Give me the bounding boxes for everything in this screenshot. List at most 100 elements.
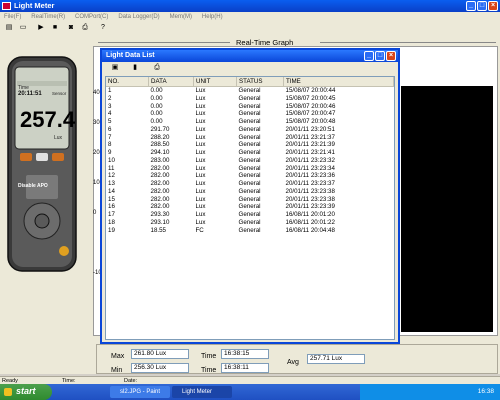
table-row[interactable]: 13 282.00 Lux General 20/01/11 23:23:37 xyxy=(106,180,394,188)
cell-unit: Lux xyxy=(195,94,206,102)
cell-status: General xyxy=(238,149,261,156)
cell-time: 20/01/11 23:21:37 xyxy=(285,133,335,141)
divider xyxy=(320,42,496,43)
table-row[interactable]: 15 282.00 Lux General 20/01/11 23:23:38 xyxy=(106,196,394,204)
menu-file[interactable]: File(F) xyxy=(4,12,21,22)
cell-status: General xyxy=(238,172,261,180)
cell-time: 20/01/11 23:23:39 xyxy=(285,203,335,211)
data-list-toolbar: ▣ ▮ ⎙ xyxy=(102,62,398,74)
table-body: 1 0.00 Lux General 15/08/07 20:00:44 2 0.00 Lux… xyxy=(106,87,394,235)
stop-icon[interactable]: ■ xyxy=(50,23,60,32)
menu-mem[interactable]: Mem(M) xyxy=(170,12,192,22)
table-row[interactable]: 18 293.10 Lux General 16/08/11 20:01:22 xyxy=(106,219,394,227)
save-icon[interactable]: ▣ xyxy=(110,63,120,72)
menu-realtime[interactable]: RealTime(R) xyxy=(31,12,65,22)
table-row[interactable]: 17 293.30 Lux General 16/08/11 20:01:20 xyxy=(106,211,394,219)
max-value: 261.80 Lux xyxy=(131,349,189,359)
minimize-button[interactable]: _ xyxy=(466,1,476,11)
cell-status: General xyxy=(238,125,261,133)
table-row[interactable]: 1 0.00 Lux General 15/08/07 20:00:44 xyxy=(106,87,394,95)
table-row[interactable]: 8 288.50 Lux General 20/01/11 23:21:39 xyxy=(106,141,394,149)
column-header-unit[interactable]: UNIT xyxy=(193,77,237,87)
table-row[interactable]: 9 294.10 Lux General 20/01/11 23:21:41 xyxy=(106,149,394,157)
column-header-status[interactable]: STATUS xyxy=(236,77,284,87)
help-icon[interactable]: ? xyxy=(98,23,108,32)
table-header-row: NO. DATA UNIT STATUS TIME xyxy=(106,77,394,87)
close-button[interactable]: × xyxy=(386,51,396,61)
open-icon[interactable]: ▭ xyxy=(18,23,28,32)
cell-time: 16/08/11 20:04:48 xyxy=(285,226,335,234)
save-icon[interactable]: ▤ xyxy=(4,23,14,32)
cell-status: General xyxy=(238,133,261,141)
avg-value: 257.71 Lux xyxy=(307,354,365,364)
cell-data: 0.00 xyxy=(150,118,163,125)
print-icon[interactable]: ⎙ xyxy=(80,23,90,32)
minimize-button[interactable]: _ xyxy=(364,51,374,61)
cell-time: 20/01/11 23:21:41 xyxy=(285,149,335,156)
data-list-window: Light Data List _ □ × ▣ ▮ ⎙ NO. DATA UNI… xyxy=(100,48,400,344)
table-row[interactable]: 11 282.00 Lux General 20/01/11 23:23:34 xyxy=(106,165,394,173)
task-light-meter[interactable]: Light Meter xyxy=(172,386,232,398)
cell-unit: Lux xyxy=(195,110,206,118)
cell-status: General xyxy=(238,102,261,110)
chart-plot xyxy=(401,86,493,332)
cell-no: 10 xyxy=(108,156,115,164)
y-tick: 10 xyxy=(93,180,100,186)
export-icon[interactable]: ▮ xyxy=(130,63,140,72)
cell-data: 288.50 xyxy=(150,141,170,149)
y-tick: 0 xyxy=(93,210,97,216)
cell-time: 20/01/11 23:20:51 xyxy=(285,125,335,133)
print-icon[interactable]: ⎙ xyxy=(152,63,162,72)
cell-no: 17 xyxy=(108,211,115,218)
table-row[interactable]: 3 0.00 Lux General 15/08/07 20:00:46 xyxy=(106,103,394,111)
cell-data: 18.55 xyxy=(150,226,166,234)
y-tick: 20 xyxy=(93,150,100,156)
disk-icon[interactable]: ◙ xyxy=(66,23,76,32)
data-table: NO. DATA UNIT STATUS TIME 1 0.00 Lux Genera… xyxy=(105,76,395,340)
cell-unit: FC xyxy=(195,226,204,234)
cell-data: 282.00 xyxy=(150,195,170,203)
task-paint[interactable]: sl2.JPG - Paint xyxy=(110,386,170,398)
cell-status: General xyxy=(238,195,261,203)
cell-unit: Lux xyxy=(195,118,206,125)
min-value: 256.30 Lux xyxy=(131,363,189,373)
table-row[interactable]: 7 288.20 Lux General 20/01/11 23:21:37 xyxy=(106,134,394,142)
cell-no: 13 xyxy=(108,180,115,187)
cell-data: 282.00 xyxy=(150,172,170,180)
table-row[interactable]: 6 291.70 Lux General 20/01/11 23:20:51 xyxy=(106,126,394,134)
cell-no: 19 xyxy=(108,226,115,234)
table-row[interactable]: 19 18.55 FC General 16/08/11 20:04:48 xyxy=(106,227,394,235)
start-button[interactable]: start xyxy=(0,384,52,400)
meter-reading: 257.4 xyxy=(20,107,76,132)
cell-no: 15 xyxy=(108,195,115,203)
cell-no: 8 xyxy=(108,141,112,149)
cell-data: 0.00 xyxy=(150,110,163,118)
menu-comport[interactable]: COMPort(C) xyxy=(75,12,108,22)
column-header-time[interactable]: TIME xyxy=(283,77,394,87)
table-row[interactable]: 16 282.00 Lux General 20/01/11 23:23:39 xyxy=(106,203,394,211)
column-header-data[interactable]: DATA xyxy=(148,77,194,87)
menu-help[interactable]: Help(H) xyxy=(202,12,223,22)
table-row[interactable]: 14 282.00 Lux General 20/01/11 23:23:38 xyxy=(106,188,394,196)
meter-time: 20:11:51 xyxy=(18,91,42,97)
min-time-value: 16:38:11 xyxy=(221,363,269,373)
column-header-no[interactable]: NO. xyxy=(106,77,149,87)
cell-status: General xyxy=(238,110,261,118)
meter-apo-label: Disable APO xyxy=(18,183,48,189)
statistics-panel: Max 261.80 Lux Min 256.30 Lux Time 16:38… xyxy=(96,344,498,374)
taskbar: start sl2.JPG - Paint Light Meter 16:38 xyxy=(0,384,500,400)
light-meter-device: Time 20:11:51 Sensor 257.4 Lux Disable A… xyxy=(6,55,78,273)
close-button[interactable]: × xyxy=(488,1,498,11)
table-row[interactable]: 12 282.00 Lux General 20/01/11 23:23:36 xyxy=(106,172,394,180)
cell-unit: Lux xyxy=(195,149,206,156)
play-icon[interactable]: ▶ xyxy=(36,23,46,32)
table-row[interactable]: 5 0.00 Lux General 15/08/07 20:00:48 xyxy=(106,118,394,126)
table-row[interactable]: 2 0.00 Lux General 15/08/07 20:00:45 xyxy=(106,95,394,103)
maximize-button[interactable]: □ xyxy=(375,51,385,61)
maximize-button[interactable]: □ xyxy=(477,1,487,11)
menu-data-logger[interactable]: Data Logger(D) xyxy=(118,12,159,22)
table-row[interactable]: 10 283.00 Lux General 20/01/11 23:23:32 xyxy=(106,157,394,165)
table-row[interactable]: 4 0.00 Lux General 15/08/07 20:00:47 xyxy=(106,110,394,118)
cell-data: 283.00 xyxy=(150,156,170,164)
cell-data: 291.70 xyxy=(150,125,170,133)
